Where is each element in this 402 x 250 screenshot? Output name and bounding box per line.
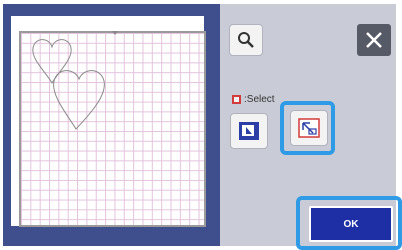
select-label: :Select <box>244 93 275 105</box>
magnifier-icon <box>238 32 254 48</box>
close-icon <box>366 32 382 48</box>
zoom-button[interactable] <box>229 24 263 56</box>
select-area-button[interactable] <box>290 110 328 146</box>
select-marker-icon <box>232 94 241 104</box>
select-label-row: :Select <box>232 91 275 107</box>
select-all-icon <box>239 122 259 140</box>
heart-outline-small <box>32 39 72 84</box>
select-all-button[interactable] <box>230 113 268 149</box>
ok-button[interactable]: OK <box>309 206 393 242</box>
close-button[interactable] <box>357 24 391 56</box>
pattern-preview[interactable] <box>21 33 204 225</box>
select-area-icon <box>298 118 320 138</box>
heart-outline-large <box>53 70 105 130</box>
